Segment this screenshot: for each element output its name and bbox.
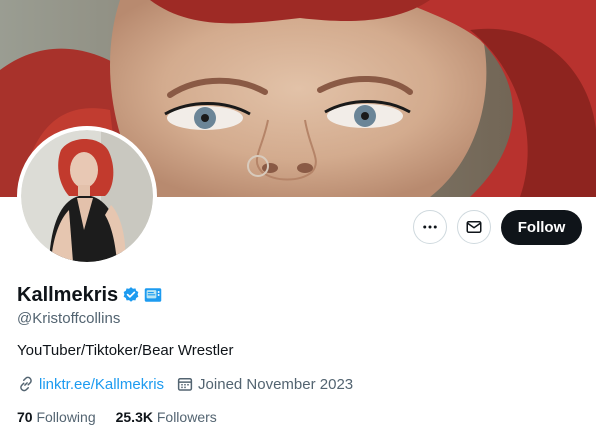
joined-date-text: Joined November 2023	[198, 375, 354, 393]
joined-date: Joined November 2023	[176, 375, 353, 393]
more-options-button[interactable]	[413, 210, 447, 244]
display-name: Kallmekris	[17, 284, 119, 306]
name-row: Kallmekris	[17, 282, 162, 308]
profile-link-text[interactable]: linktr.ee/Kallmekris	[39, 376, 164, 393]
verified-check-icon[interactable]	[122, 286, 140, 304]
followers-label: Followers	[156, 409, 217, 425]
envelope-icon	[466, 221, 482, 233]
followers-count: 25.3K	[115, 409, 153, 425]
following-stat[interactable]: 70 Following	[17, 409, 96, 425]
calendar-icon	[177, 378, 193, 391]
link-icon	[20, 376, 32, 392]
following-count: 70	[17, 409, 33, 425]
message-button[interactable]	[457, 210, 491, 244]
profile-bio: YouTuber/Tiktoker/Bear Wrestler	[17, 342, 234, 359]
followers-stat[interactable]: 25.3K Followers	[116, 409, 217, 425]
more-horizontal-icon	[423, 225, 437, 229]
follow-stats: 70 Following 25.3K Followers	[17, 407, 237, 427]
following-label: Following	[36, 409, 96, 425]
profile-handle: @Kristoffcollins	[17, 310, 121, 327]
profile-meta: linktr.ee/Kallmekris Joined November 202…	[17, 374, 365, 394]
profile-avatar[interactable]	[17, 126, 157, 266]
avatar-photo	[21, 130, 153, 262]
follow-button[interactable]: Follow	[501, 210, 582, 245]
profile-link[interactable]: linktr.ee/Kallmekris	[17, 375, 164, 393]
tv-emoji-icon[interactable]	[144, 286, 162, 304]
